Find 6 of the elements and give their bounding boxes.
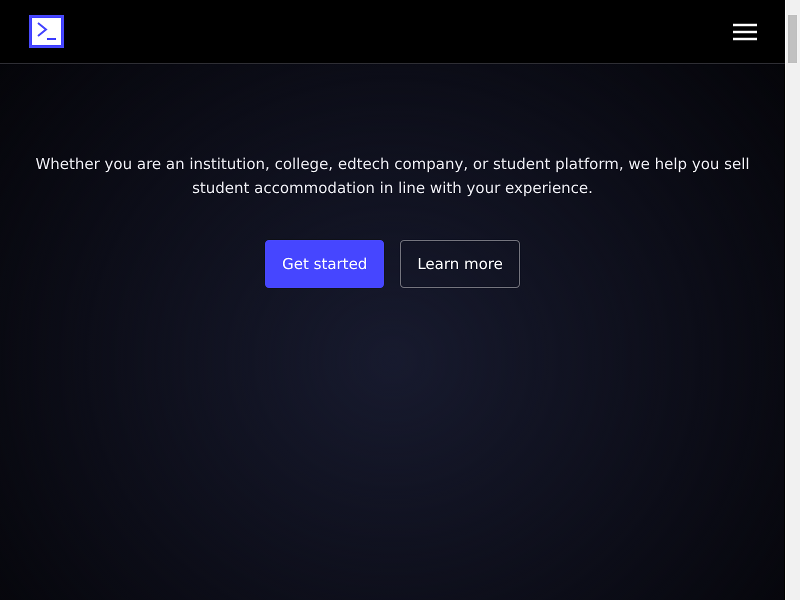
scrollbar[interactable] — [785, 0, 800, 600]
terminal-logo-icon[interactable] — [29, 15, 64, 48]
get-started-button[interactable]: Get started — [265, 240, 384, 288]
learn-more-button[interactable]: Learn more — [400, 240, 520, 288]
hero-text: Whether you are an institution, college, edtech company, or student platform, we help you sell student accommodation in line with your experience. — [34, 154, 751, 199]
menu-icon[interactable] — [733, 22, 757, 40]
